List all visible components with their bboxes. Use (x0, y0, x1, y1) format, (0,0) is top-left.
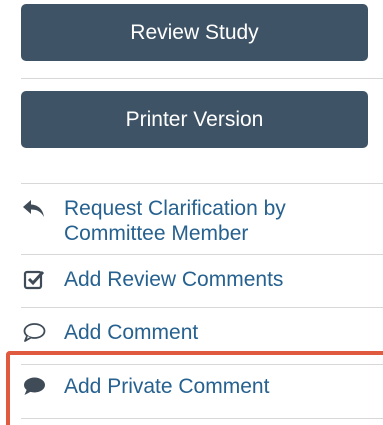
add-comment-label: Add Comment (64, 321, 199, 344)
speech-bubble-outline-icon (21, 320, 47, 346)
speech-bubble-filled-icon (21, 374, 47, 400)
request-clarification-label: Request Clarification by Committee Membe… (64, 197, 286, 245)
printer-version-label: Printer Version (125, 107, 264, 131)
add-review-comments-link[interactable]: Add Review Comments (21, 267, 383, 293)
reply-arrow-icon (21, 196, 47, 222)
review-study-label: Review Study (130, 20, 259, 44)
request-clarification-link[interactable]: Request Clarification by Committee Membe… (21, 196, 383, 246)
divider (21, 364, 383, 365)
divider (21, 254, 383, 255)
divider (21, 183, 383, 184)
divider (21, 78, 383, 79)
add-private-comment-link[interactable]: Add Private Comment (21, 374, 383, 400)
review-study-button[interactable]: Review Study (21, 4, 368, 61)
add-private-comment-label: Add Private Comment (64, 375, 270, 398)
add-comment-link[interactable]: Add Comment (21, 320, 383, 346)
divider (21, 418, 383, 419)
divider (21, 307, 383, 308)
checkbox-icon (21, 267, 47, 293)
printer-version-button[interactable]: Printer Version (21, 91, 368, 148)
add-review-comments-label: Add Review Comments (64, 268, 284, 291)
